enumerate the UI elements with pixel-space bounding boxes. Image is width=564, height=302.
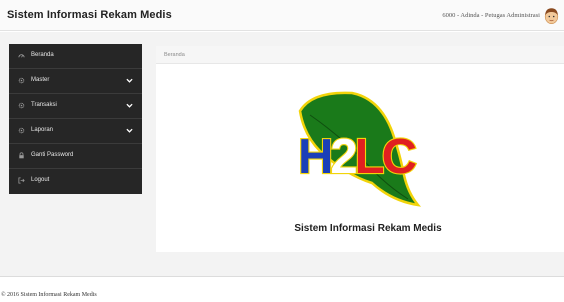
sidebar-item-laporan[interactable]: Laporan (9, 119, 142, 144)
gear-icon (18, 102, 25, 109)
sidebar-menu: Beranda Master Transaksi Laporan Ganti P… (9, 44, 142, 194)
main-content: Beranda H2LC Sistem Informasi Rekam Medi… (156, 46, 564, 252)
breadcrumb-bar: Beranda (156, 46, 564, 64)
sidebar-item-label: Ganti Password (31, 152, 74, 158)
user-avatar-icon[interactable] (543, 6, 560, 25)
chevron-down-icon[interactable] (126, 103, 133, 108)
dashboard-icon (18, 54, 25, 58)
h2lc-logo: H2LC (297, 91, 422, 207)
footer-text: © 2016 Sistem Informasi Rekam Medis (1, 292, 97, 298)
sidebar-item-logout[interactable]: Logout (9, 169, 142, 194)
lock-icon (19, 152, 24, 159)
logo-caption: Sistem Informasi Rekam Medis (294, 223, 442, 234)
sidebar-item-label: Beranda (31, 52, 54, 58)
sidebar-item-label: Master (31, 77, 50, 83)
logout-icon (18, 177, 25, 184)
sidebar-item-master[interactable]: Master (9, 69, 142, 94)
user-info[interactable]: 6000 - Adinda - Petugas Administrasi (442, 12, 540, 19)
top-navbar: Sistem Informasi Rekam Medis 6000 - Adin… (0, 0, 564, 31)
sidebar-item-label: Laporan (31, 127, 54, 133)
logo-text: H2LC (298, 130, 417, 184)
chevron-down-icon[interactable] (126, 78, 133, 83)
divider (0, 276, 564, 277)
gear-icon (18, 77, 25, 84)
sidebar-item-ganti-password[interactable]: Ganti Password (9, 144, 142, 169)
sidebar-item-label: Logout (31, 177, 50, 183)
chevron-down-icon[interactable] (126, 128, 133, 133)
sidebar-item-beranda[interactable]: Beranda (9, 44, 142, 69)
sidebar-item-label: Transaksi (31, 102, 57, 108)
sidebar-item-transaksi[interactable]: Transaksi (9, 94, 142, 119)
breadcrumb[interactable]: Beranda (164, 52, 185, 58)
app-title[interactable]: Sistem Informasi Rekam Medis (7, 9, 172, 21)
gear-icon (18, 127, 25, 134)
